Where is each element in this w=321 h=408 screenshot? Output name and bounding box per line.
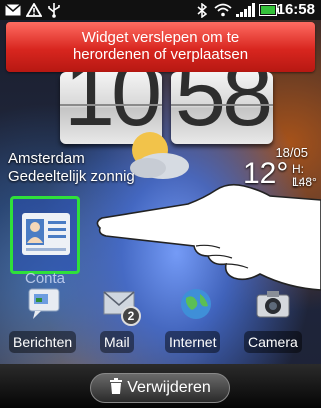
hand-gesture-icon bbox=[92, 178, 321, 302]
contact-widget[interactable] bbox=[10, 196, 80, 274]
delete-button-label: Verwijderen bbox=[127, 379, 211, 396]
clock-seam bbox=[60, 104, 162, 106]
warning-icon bbox=[25, 0, 43, 20]
mail-icon bbox=[4, 0, 22, 20]
messages-app-icon[interactable] bbox=[27, 286, 63, 322]
wifi-icon bbox=[214, 0, 232, 20]
trash-icon bbox=[109, 377, 123, 399]
dock-label-camera[interactable]: Camera bbox=[244, 331, 302, 353]
banner-line-2: herordenen of verplaatsen bbox=[72, 46, 249, 63]
dock-label-internet[interactable]: Internet bbox=[165, 331, 221, 353]
drag-hint-banner: Widget verslepen om te herordenen of ver… bbox=[6, 22, 315, 72]
camera-app-icon[interactable] bbox=[255, 286, 291, 322]
contact-card-icon bbox=[22, 213, 70, 259]
bluetooth-icon bbox=[196, 0, 208, 20]
contact-widget-label: Conta bbox=[25, 270, 66, 287]
dock-label-mail[interactable]: Mail bbox=[100, 331, 134, 353]
signal-icon bbox=[236, 0, 256, 20]
status-time: 16:58 bbox=[276, 1, 315, 18]
internet-app-icon[interactable] bbox=[178, 286, 214, 322]
home-screen: 16:58 Widget verslepen om te herordenen … bbox=[0, 0, 321, 408]
delete-button[interactable]: Verwijderen bbox=[90, 373, 230, 403]
status-bar: 16:58 bbox=[0, 0, 321, 20]
mail-unread-badge: 2 bbox=[121, 306, 141, 326]
weather-city: Amsterdam bbox=[8, 150, 85, 167]
clock-seam bbox=[171, 104, 273, 106]
usb-icon bbox=[46, 0, 62, 20]
banner-line-1: Widget verslepen om te bbox=[81, 29, 240, 46]
weather-date: 18/05 bbox=[275, 145, 308, 160]
dock-label-berichten[interactable]: Berichten bbox=[9, 331, 77, 353]
